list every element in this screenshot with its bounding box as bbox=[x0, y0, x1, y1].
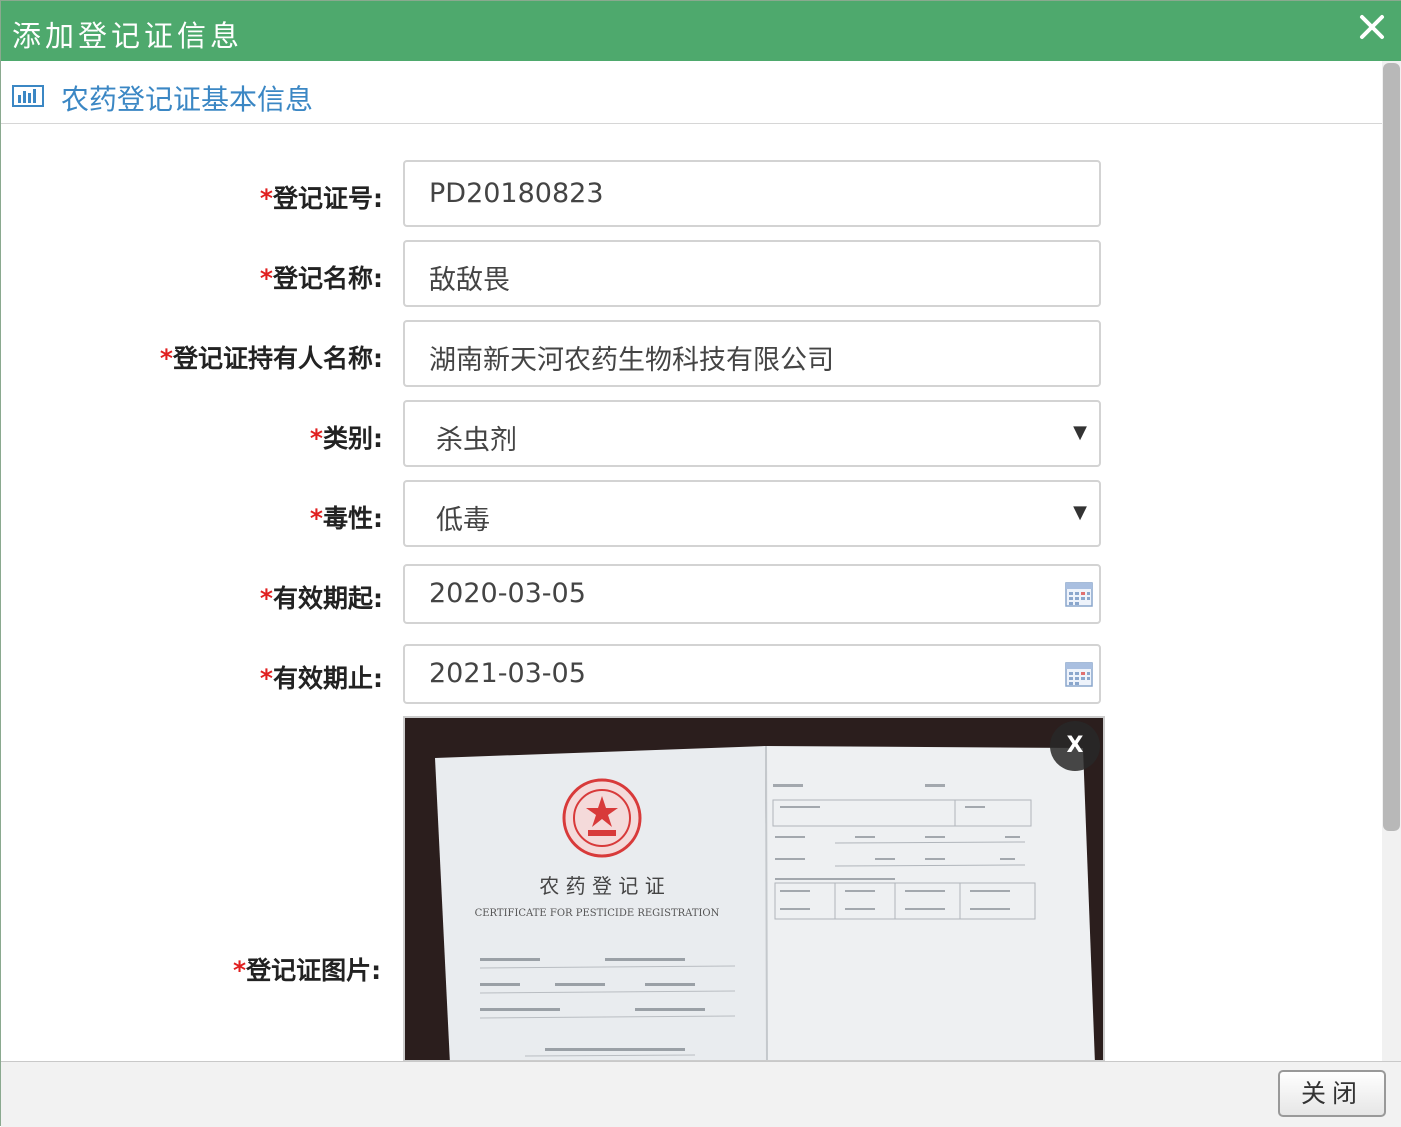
certificate-title-cn: 农 药 登 记 证 bbox=[539, 874, 664, 898]
label-text: 登记证号: bbox=[273, 184, 383, 213]
dialog-footer bbox=[1, 1061, 1401, 1127]
label-text: 有效期起: bbox=[273, 584, 383, 613]
required-mark: * bbox=[309, 504, 323, 533]
holder-name-value: 湖南新天河农药生物科技有限公司 bbox=[429, 345, 834, 376]
dialog-titlebar: 添加登记证信息 bbox=[1, 1, 1401, 61]
section-title: 农药登记证基本信息 bbox=[61, 83, 314, 116]
certificate-photo: 农 药 登 记 证 CERTIFICATE FOR PESTICIDE REGI… bbox=[405, 718, 1103, 1060]
valid-to-value: 2021-03-05 bbox=[429, 658, 586, 689]
holder-name-input[interactable]: 湖南新天河农药生物科技有限公司 bbox=[403, 320, 1101, 387]
dropdown-arrow-icon: ▼ bbox=[1073, 422, 1087, 443]
label-category: *类别: bbox=[23, 419, 383, 455]
label-registration-name: *登记名称: bbox=[23, 259, 383, 295]
close-button[interactable]: 关闭 bbox=[1278, 1070, 1386, 1117]
category-select[interactable]: 杀虫剂 ▼ bbox=[403, 400, 1101, 467]
required-mark: * bbox=[259, 264, 273, 293]
label-certificate-image: *登记证图片: bbox=[233, 951, 381, 987]
label-text: 登记证图片: bbox=[246, 956, 382, 985]
valid-from-date-input[interactable]: 2020-03-05 bbox=[403, 564, 1101, 624]
remove-image-button[interactable]: X bbox=[1050, 721, 1100, 771]
label-text: 有效期止: bbox=[273, 664, 383, 693]
registration-number-input[interactable]: PD20180823 bbox=[403, 160, 1101, 227]
close-icon[interactable] bbox=[1356, 11, 1388, 43]
label-text: 登记名称: bbox=[273, 264, 383, 293]
registration-name-value: 敌敌畏 bbox=[429, 265, 510, 296]
toxicity-select[interactable]: 低毒 ▼ bbox=[403, 480, 1101, 547]
registration-name-input[interactable]: 敌敌畏 bbox=[403, 240, 1101, 307]
valid-from-value: 2020-03-05 bbox=[429, 578, 586, 609]
dropdown-arrow-icon: ▼ bbox=[1073, 502, 1087, 523]
dialog-title: 添加登记证信息 bbox=[12, 19, 244, 53]
certificate-title-en: CERTIFICATE FOR PESTICIDE REGISTRATION bbox=[475, 908, 720, 919]
required-mark: * bbox=[233, 956, 247, 985]
scrollbar-thumb[interactable] bbox=[1383, 63, 1400, 831]
label-toxicity: *毒性: bbox=[23, 499, 383, 535]
required-mark: * bbox=[259, 664, 273, 693]
toxicity-value: 低毒 bbox=[436, 505, 490, 536]
dialog: 添加登记证信息 农药登记证基本信息 *登记证号: PD20180823 *登记名… bbox=[0, 0, 1401, 1127]
certificate-image: 农 药 登 记 证 CERTIFICATE FOR PESTICIDE REGI… bbox=[403, 716, 1105, 1062]
required-mark: * bbox=[259, 584, 273, 613]
required-mark: * bbox=[159, 344, 173, 373]
label-valid-to: *有效期止: bbox=[23, 659, 383, 695]
label-text: 毒性: bbox=[323, 504, 383, 533]
label-text: 登记证持有人名称: bbox=[173, 344, 383, 373]
required-mark: * bbox=[309, 424, 323, 453]
registration-number-value: PD20180823 bbox=[429, 178, 604, 209]
bar-chart-icon bbox=[12, 85, 44, 107]
calendar-icon[interactable] bbox=[1065, 580, 1093, 608]
label-holder-name: *登记证持有人名称: bbox=[23, 339, 383, 375]
label-registration-number: *登记证号: bbox=[23, 179, 383, 215]
label-text: 类别: bbox=[323, 424, 383, 453]
category-value: 杀虫剂 bbox=[436, 425, 517, 456]
calendar-icon[interactable] bbox=[1065, 660, 1093, 688]
valid-to-date-input[interactable]: 2021-03-05 bbox=[403, 644, 1101, 704]
label-valid-from: *有效期起: bbox=[23, 579, 383, 615]
required-mark: * bbox=[259, 184, 273, 213]
section-header: 农药登记证基本信息 bbox=[1, 61, 1382, 124]
